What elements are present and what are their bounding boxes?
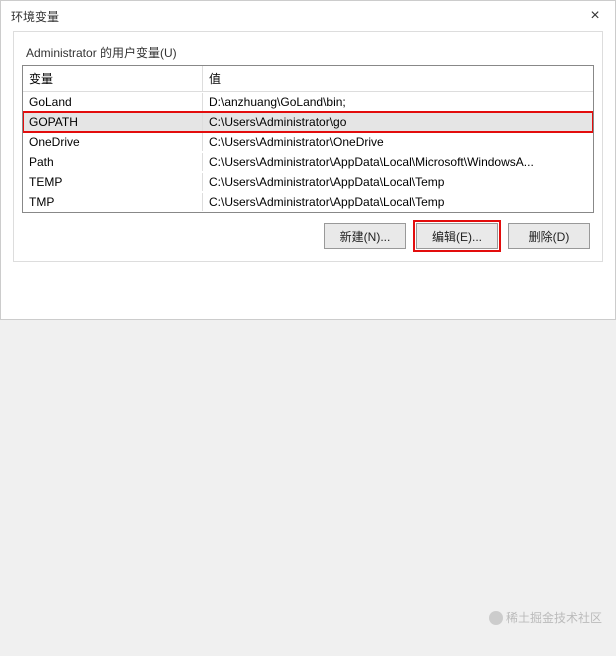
- watermark-logo-icon: [489, 611, 503, 625]
- cell-value: C:\Users\Administrator\AppData\Local\Tem…: [203, 173, 593, 191]
- close-icon[interactable]: ×: [575, 1, 615, 31]
- table-body: GoLand D:\anzhuang\GoLand\bin; GOPATH C:…: [23, 92, 593, 212]
- watermark-text: 稀土掘金技术社区: [506, 609, 602, 626]
- cell-name: GoLand: [23, 93, 203, 111]
- table-row-selected[interactable]: GOPATH C:\Users\Administrator\go: [23, 112, 593, 132]
- new-button[interactable]: 新建(N)...: [324, 223, 406, 249]
- cell-value: D:\anzhuang\GoLand\bin;: [203, 93, 593, 111]
- table-header: 变量 值: [23, 66, 593, 92]
- user-vars-group: Administrator 的用户变量(U) 变量 值 GoLand D:\an…: [13, 31, 603, 262]
- group-label: Administrator 的用户变量(U): [22, 38, 594, 65]
- cell-name: TMP: [23, 193, 203, 211]
- cell-name: Path: [23, 153, 203, 171]
- watermark: 稀土掘金技术社区: [489, 609, 602, 626]
- cell-value: C:\Users\Administrator\go: [203, 113, 593, 131]
- col-value[interactable]: 值: [203, 66, 593, 91]
- table-row[interactable]: OneDrive C:\Users\Administrator\OneDrive: [23, 132, 593, 152]
- dialog-title: 环境变量: [11, 8, 59, 25]
- table-row[interactable]: TEMP C:\Users\Administrator\AppData\Loca…: [23, 172, 593, 192]
- delete-button[interactable]: 删除(D): [508, 223, 590, 249]
- user-vars-buttons: 新建(N)... 编辑(E)... 删除(D): [22, 213, 594, 253]
- cell-value: C:\Users\Administrator\AppData\Local\Tem…: [203, 193, 593, 211]
- cell-value: C:\Users\Administrator\AppData\Local\Mic…: [203, 153, 593, 171]
- table-row[interactable]: TMP C:\Users\Administrator\AppData\Local…: [23, 192, 593, 212]
- cell-value: C:\Users\Administrator\OneDrive: [203, 133, 593, 151]
- col-variable[interactable]: 变量: [23, 66, 203, 91]
- user-vars-table: 变量 值 GoLand D:\anzhuang\GoLand\bin; GOPA…: [22, 65, 594, 213]
- cell-name: GOPATH: [23, 113, 203, 131]
- table-row[interactable]: GoLand D:\anzhuang\GoLand\bin;: [23, 92, 593, 112]
- cell-name: TEMP: [23, 173, 203, 191]
- cell-name: OneDrive: [23, 133, 203, 151]
- titlebar: 环境变量 ×: [1, 1, 615, 31]
- edit-button[interactable]: 编辑(E)...: [416, 223, 498, 249]
- table-row[interactable]: Path C:\Users\Administrator\AppData\Loca…: [23, 152, 593, 172]
- env-vars-dialog: 环境变量 × Administrator 的用户变量(U) 变量 值 GoLan…: [0, 0, 616, 320]
